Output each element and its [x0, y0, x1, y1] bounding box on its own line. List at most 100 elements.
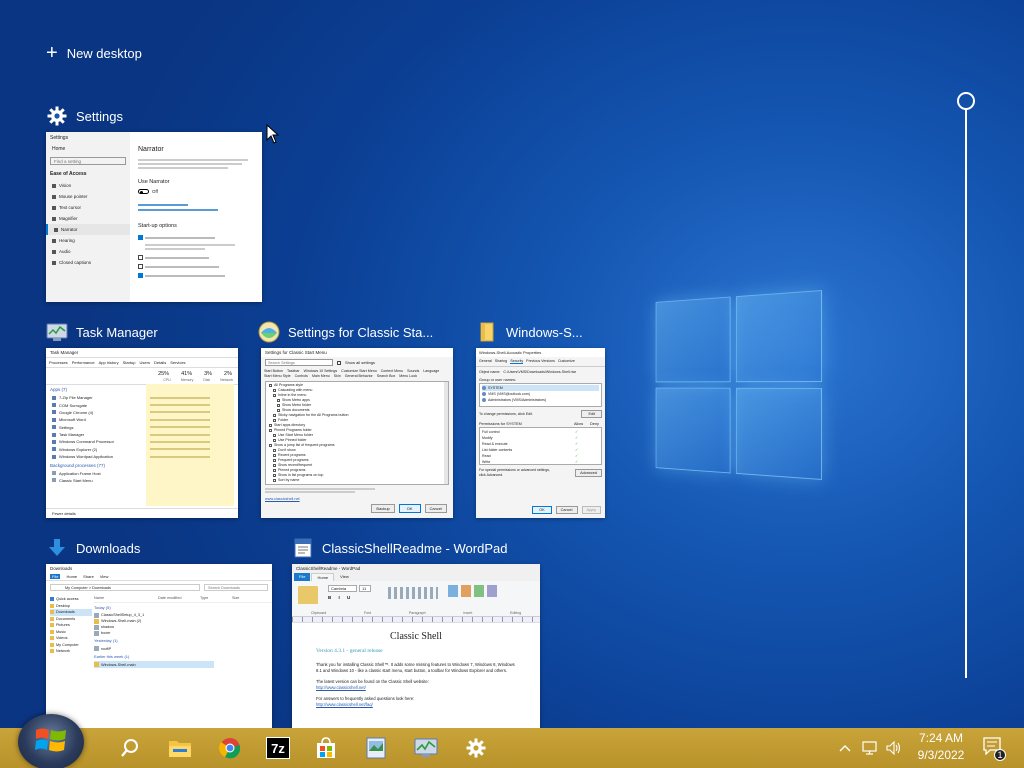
taskbar-clock[interactable]: 7:24 AM 9/3/2022: [896, 730, 986, 764]
chrome-icon[interactable]: [210, 728, 250, 768]
network-icon[interactable]: [862, 728, 880, 768]
wordpad-title-text: ClassicShellReadme - WordPad: [322, 541, 507, 556]
search-icon[interactable]: [110, 728, 150, 768]
wp-doc-title: Classic Shell: [316, 631, 516, 642]
ws-user-row: Administrators (VMS\Administrators): [482, 397, 599, 403]
tm-app-values: [150, 404, 210, 406]
ws-tab: Sharing: [495, 359, 507, 364]
cs-tab: Start Button: [264, 369, 283, 373]
dl-column-header: Size: [232, 596, 254, 600]
settings-side-item-label: Vision: [59, 183, 71, 188]
start-button[interactable]: [18, 714, 84, 768]
settings-side-item: Closed captions: [46, 257, 130, 268]
mouse-pointer-icon: [266, 124, 280, 149]
settings-icon[interactable]: [456, 728, 496, 768]
wordpad-window-title[interactable]: ClassicShellReadme - WordPad: [292, 537, 507, 559]
7zip-label: 7z: [266, 737, 290, 759]
wp-link-2: http://www.classicshell.net/faq/: [316, 702, 516, 708]
task-manager-window-title[interactable]: Task Manager: [46, 321, 158, 343]
tm-bg-row: Classic Start Menu: [46, 477, 238, 484]
action-center-icon[interactable]: 1: [982, 728, 1004, 768]
wp-ribbon-tab: Home: [311, 573, 334, 581]
tm-app-row: Microsoft Word: [46, 416, 238, 423]
task-manager-taskbar-icon[interactable]: [406, 728, 446, 768]
tm-app-name: Settings: [59, 425, 147, 430]
settings-thumbnail[interactable]: Settings Home Find a setting Ease of Acc…: [46, 132, 262, 302]
wordpad-thumbnail[interactable]: ClassicShellReadme - WordPad File Home Vie…: [292, 564, 540, 728]
tm-stat-net: 2%: [224, 371, 232, 377]
ws-user-list: SYSTEM VMS (VMS@outlook.com) Administrator…: [479, 383, 602, 407]
timeline-scrollbar[interactable]: [956, 90, 976, 682]
ws-header: Windows-Shell-Acoustic Properties: [476, 348, 605, 357]
timeline-knob[interactable]: [957, 92, 975, 110]
dl-file-icon: [94, 619, 99, 624]
settings-side-item-label: Hearing: [59, 238, 75, 243]
settings-window-title[interactable]: Settings: [46, 105, 123, 127]
cs-settings-list: All Programs style Cascading with menu Inl…: [269, 383, 445, 483]
cs-setting-label: Sort by name: [278, 478, 299, 483]
folder-icon: [476, 321, 498, 343]
ws-tabs: General Sharing Security Previous Versions C…: [476, 357, 605, 367]
windows-security-thumbnail[interactable]: Windows-Shell-Acoustic Properties Genera…: [476, 348, 605, 518]
classic-shell-settings-thumbnail[interactable]: Settings for Classic Start Menu Search S…: [261, 348, 453, 518]
dl-group-today: Today (5): [94, 603, 272, 612]
dl-nav-icon: [50, 597, 54, 601]
tm-app-row: Windows Wordpad Application: [46, 453, 238, 460]
tm-lbl-disk: Disk: [203, 378, 210, 382]
ws-tab: Customize: [558, 359, 575, 364]
cs-checkbox: [277, 404, 280, 407]
settings-side-item-label: Mouse pointer: [59, 194, 88, 199]
cs-tab: Language: [423, 369, 439, 373]
task-manager-thumbnail[interactable]: Task Manager Processes Performance App his…: [46, 348, 238, 518]
dl-nav-icon: [50, 649, 54, 653]
downloads-window-title[interactable]: Downloads: [46, 537, 140, 559]
picture-icon[interactable]: [356, 728, 396, 768]
downloads-thumbnail[interactable]: Downloads File Home Share View My Computer …: [46, 564, 272, 728]
show-hidden-icons-chevron-icon[interactable]: [838, 728, 852, 768]
ws-special-text: For special permissions or advanced sett…: [479, 468, 553, 477]
file-explorer-icon[interactable]: [160, 728, 200, 768]
cs-backup-button: Backup: [371, 504, 394, 513]
microsoft-store-icon[interactable]: [306, 728, 346, 768]
tm-app-row: Windows Explorer (2): [46, 446, 238, 453]
task-manager-icon: [46, 321, 68, 343]
tm-stat-mem: 41%: [181, 371, 192, 377]
settings-side-item-icon: [52, 261, 56, 265]
wp-ribbon-tabs: File Home View: [292, 573, 540, 581]
cs-checkbox: [273, 434, 276, 437]
tm-app-name: Windows Wordpad Application: [59, 454, 147, 459]
ws-change-text: To change permissions, click Edit.: [479, 412, 533, 416]
cs-checkbox: [273, 459, 276, 462]
cs-tab: Search Box: [377, 374, 396, 378]
new-desktop-button[interactable]: + New desktop: [46, 44, 142, 62]
settings-app-label: Settings: [46, 132, 130, 144]
settings-side-item-label: Text cursor: [59, 205, 81, 210]
tm-app-values: [150, 441, 210, 443]
ws-tab: Previous Versions: [526, 359, 555, 364]
gear-icon: [46, 105, 68, 127]
dl-ribbon: File Home Share View: [46, 573, 272, 581]
tm-tab: App history: [99, 360, 119, 365]
tm-tab: Services: [170, 360, 185, 365]
tm-lbl-net: Network: [220, 378, 233, 382]
settings-side-item-icon: [52, 195, 56, 199]
settings-side-item: Mouse pointer: [46, 191, 130, 202]
dl-ribbon-tab: View: [100, 574, 109, 579]
cs-setting-label: Sticky navigation for the All Programs b…: [278, 413, 349, 418]
cs-checkbox: [273, 474, 276, 477]
cs-cancel-button: Cancel: [425, 504, 447, 513]
windows-security-window-title[interactable]: Windows-S...: [476, 321, 583, 343]
ws-perm-row: Write ✓: [482, 459, 599, 465]
ws-cancel-button: Cancel: [556, 506, 578, 514]
wp-doc-subtitle: Version 4.3.1 - general release: [316, 648, 516, 654]
cs-checkbox: [277, 409, 280, 412]
tm-app-values: [150, 434, 210, 436]
cs-checkbox: [269, 424, 272, 427]
classic-shell-settings-window-title[interactable]: Settings for Classic Sta...: [258, 321, 433, 343]
7zip-icon[interactable]: 7z: [258, 728, 298, 768]
wp-ribbon-group: Insert: [463, 611, 472, 615]
settings-home: Home: [46, 144, 130, 154]
settings-section: Ease of Access: [46, 168, 130, 180]
wp-link-1: http://www.classicshell.net/: [316, 685, 516, 691]
cs-checkbox: [273, 479, 276, 482]
